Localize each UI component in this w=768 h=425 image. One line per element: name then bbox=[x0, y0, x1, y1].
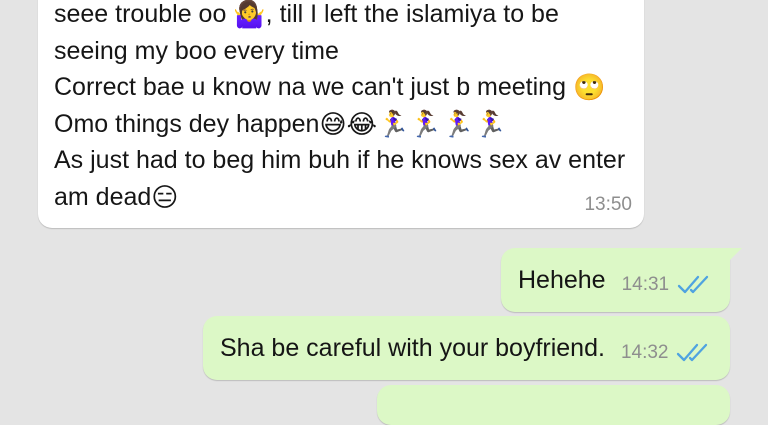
message-text-segment: seee trouble oo bbox=[54, 0, 234, 28]
outgoing-message-bubble[interactable]: Hehehe 14:31 bbox=[501, 248, 742, 312]
face-rolling-eyes-emoji-icon: 🙄 bbox=[572, 73, 606, 104]
message-timestamp: 14:31 bbox=[621, 274, 670, 295]
message-line: Omo things dey happen😅😂🏃‍♀️🏃‍♀️🏃‍♀️🏃‍♀️ bbox=[54, 106, 636, 143]
incoming-message-text: seee trouble oo 🤷‍♀️, till I left the is… bbox=[54, 0, 636, 215]
message-text-segment: , till I left the islamiya to be bbox=[265, 0, 559, 28]
message-timestamp: 14:32 bbox=[620, 342, 669, 363]
message-meta: 14:32 bbox=[621, 341, 711, 365]
message-meta: 14:31 bbox=[622, 273, 712, 297]
outgoing-message-text: Sha be careful with your boyfriend. bbox=[220, 333, 605, 362]
message-text-segment: seeing my boo every time bbox=[54, 36, 339, 65]
outgoing-message-bubble[interactable]: Sha be careful with your boyfriend. 14:3… bbox=[203, 316, 730, 380]
chat-view: seee trouble oo 🤷‍♀️, till I left the is… bbox=[0, 0, 768, 425]
message-line: am dead😑 bbox=[54, 179, 636, 216]
outgoing-message-text: Hehehe bbox=[518, 265, 606, 294]
expressionless-face-emoji-icon: 😑 bbox=[151, 182, 179, 213]
message-text-segment: Omo things dey happen bbox=[54, 109, 320, 138]
outgoing-message-bubble-partial[interactable] bbox=[377, 385, 730, 425]
message-text-segment: As just had to beg him buh if he knows s… bbox=[54, 146, 626, 174]
message-text-segment: am dead bbox=[54, 182, 152, 211]
double-check-read-icon bbox=[677, 343, 708, 362]
message-line: seeing my boo every time bbox=[54, 33, 636, 70]
message-line: As just had to beg him buh if he knows s… bbox=[54, 142, 636, 179]
laughing-running-woman-emojis-icon: 😅😂🏃‍♀️🏃‍♀️🏃‍♀️🏃‍♀️ bbox=[319, 109, 507, 140]
person-shrugging-emoji-icon: 🤷‍♀️ bbox=[233, 0, 266, 31]
message-text-segment: Correct bae u know na we can't just b me… bbox=[54, 73, 573, 101]
message-timestamp: 13:50 bbox=[584, 194, 632, 215]
message-line: seee trouble oo 🤷‍♀️, till I left the is… bbox=[54, 0, 636, 33]
incoming-message-bubble[interactable]: seee trouble oo 🤷‍♀️, till I left the is… bbox=[38, 0, 644, 228]
message-line: Correct bae u know na we can't just b me… bbox=[54, 69, 636, 106]
double-check-read-icon bbox=[677, 275, 709, 294]
